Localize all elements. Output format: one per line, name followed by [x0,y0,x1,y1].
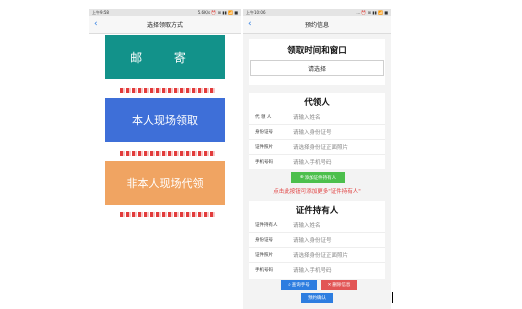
holder-title: 证件持有人 [295,206,339,216]
back-arrow-icon[interactable]: ‹ [248,19,252,29]
holder-id-input[interactable]: 请输入身份证号 [293,236,332,244]
pickup-card: 领取时间和窗口 请选择 [249,39,385,85]
status-bar: 上午10:06 ... ⏰ ⊞ ▮▮ 📶 ■ [243,9,391,16]
nav-bar: ‹ 选择领取方式 [89,16,241,34]
holder-name-input[interactable]: 请输入姓名 [293,221,321,229]
field-label: 证件照片 [255,145,273,150]
status-time: 上午9:58 [92,9,109,15]
query-button[interactable]: ⌕ 查询手号 [281,280,317,290]
field-label: 身份证号 [255,238,273,243]
text-cursor [392,292,393,303]
field-label: 证件持有人 [255,223,278,228]
back-arrow-icon[interactable]: ‹ [94,19,98,29]
field-label: 手机号码 [255,160,273,165]
agent-phone-row: 手机号码 请输入手机号码 [249,155,385,169]
agent-title: 代领人 [304,98,330,108]
holder-photo-row: 证件照片 请选择身份证正面照片 [249,248,385,263]
pickup-title: 领取时间和窗口 [287,46,347,56]
holder-card: 证件持有人 证件持有人 请输入姓名 身份证号 请输入身份证号 证件照片 请选择身… [249,201,385,279]
delete-button[interactable]: ✕ 删除信息 [321,280,357,290]
holder-id-row: 身份证号 请输入身份证号 [249,233,385,248]
redacted-text [120,151,215,156]
status-icons: 5.6K/s ⏰ ⊞ ▮▮ 📶 ■ [197,10,238,15]
field-label: 身份证号 [255,130,273,135]
redacted-text [120,88,215,93]
redacted-text [120,212,215,217]
right-phone-screen: 上午10:06 ... ⏰ ⊞ ▮▮ 📶 ■ ‹ 预约信息 领取时间和窗口 请选… [243,9,391,309]
left-phone-screen: 上午9:58 5.6K/s ⏰ ⊞ ▮▮ 📶 ■ ‹ 选择领取方式 邮 寄 本人… [89,9,241,309]
holder-photo-picker[interactable]: 请选择身份证正面照片 [293,251,348,259]
holder-phone-row: 手机号码 请输入手机号码 [249,263,385,277]
proxy-pickup-button[interactable]: 非本人现场代领 [105,161,225,205]
agent-phone-input[interactable]: 请输入手机号码 [293,158,332,166]
agent-name-row: 代 领 人 请输入姓名 [249,110,385,125]
agent-photo-picker[interactable]: 请选择身份证正面照片 [293,143,348,151]
confirm-button[interactable]: 预约确认 [301,293,333,303]
field-label: 代 领 人 [255,115,272,120]
agent-photo-row: 证件照片 请选择身份证正面照片 [249,140,385,155]
page-title: 预约信息 [304,22,329,29]
pickup-select[interactable]: 请选择 [250,60,384,76]
field-label: 手机号码 [255,268,273,273]
add-holder-button[interactable]: ⊕ 添加证件持有人 [291,172,345,183]
nav-bar: ‹ 预约信息 [243,16,391,34]
holder-name-row: 证件持有人 请输入姓名 [249,218,385,233]
agent-id-row: 身份证号 请输入身份证号 [249,125,385,140]
trash-icon: ✕ [327,282,332,288]
agent-id-input[interactable]: 请输入身份证号 [293,128,332,136]
agent-card: 代领人 代 领 人 请输入姓名 身份证号 请输入身份证号 证件照片 请选择身份证… [249,93,385,169]
search-icon: ⌕ [288,283,291,288]
field-label: 证件照片 [255,253,273,258]
page-title: 选择领取方式 [146,22,183,29]
add-holder-hint: 点击此按钮可添加更多"证件持有人" [273,189,361,195]
agent-name-input[interactable]: 请输入姓名 [293,113,321,121]
plus-icon: ⊕ [299,175,304,180]
holder-phone-input[interactable]: 请输入手机号码 [293,266,332,274]
status-time: 上午10:06 [246,9,266,15]
mail-option-button[interactable]: 邮 寄 [105,35,225,79]
status-bar: 上午9:58 5.6K/s ⏰ ⊞ ▮▮ 📶 ■ [89,9,241,16]
status-icons: ... ⏰ ⊞ ▮▮ 📶 ■ [356,10,388,15]
self-pickup-button[interactable]: 本人现场领取 [105,98,225,142]
